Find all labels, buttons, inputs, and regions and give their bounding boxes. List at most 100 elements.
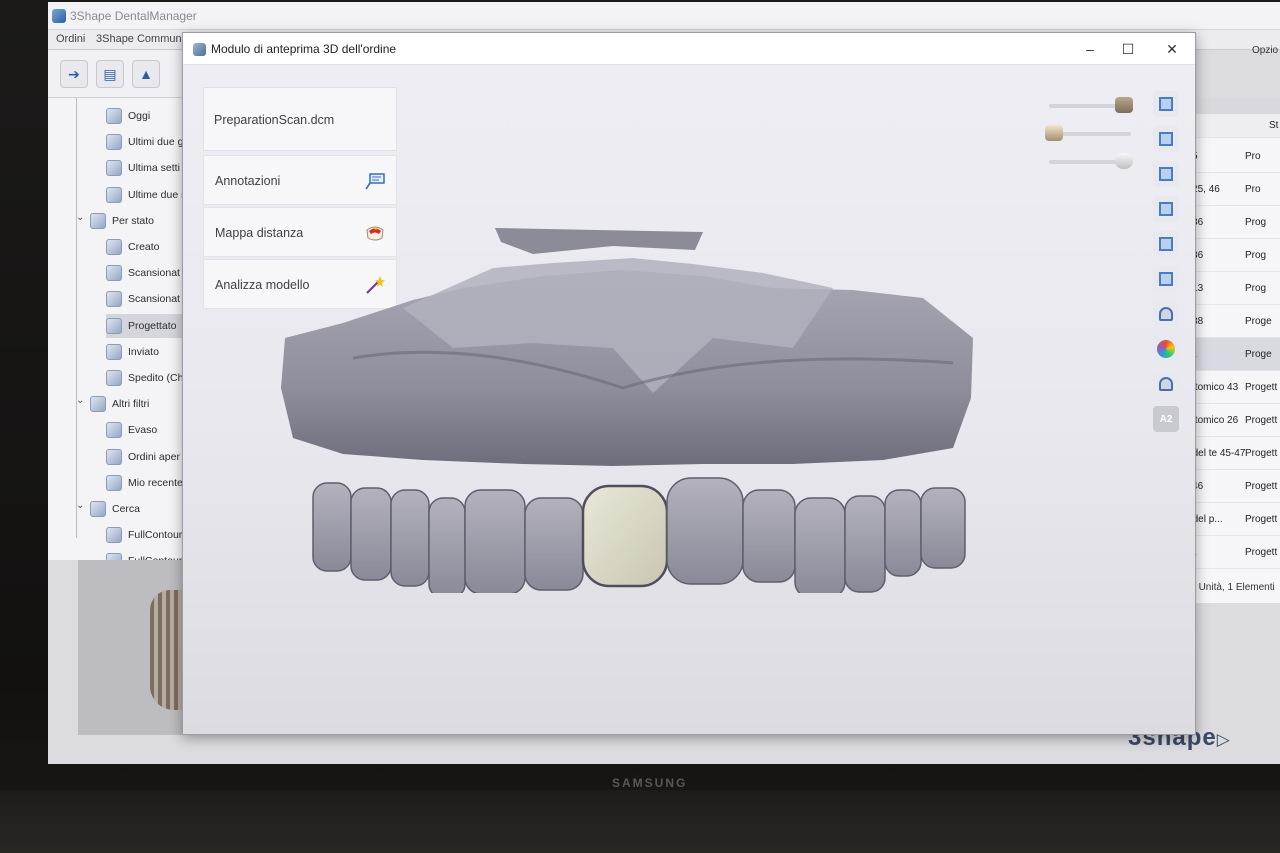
order-status: Progett	[1245, 415, 1278, 426]
order-status: Prog	[1245, 250, 1267, 261]
tree-item-label: Ordini aper	[128, 450, 180, 463]
menu-annotations-label: Annotazioni	[215, 174, 281, 188]
dental-3d-model[interactable]	[233, 228, 973, 593]
lower-jaw-knob-icon[interactable]	[1115, 153, 1133, 169]
upper-jaw-icon[interactable]	[1153, 301, 1179, 327]
filter-icon	[106, 527, 122, 544]
desk	[0, 790, 1280, 853]
tree-item-label: Ultime due s	[128, 188, 187, 201]
restoration-slider[interactable]	[1045, 125, 1131, 141]
view-cube-icon	[1159, 307, 1173, 321]
file-name-card[interactable]: PreparationScan.dcm	[203, 87, 397, 151]
file-name: PreparationScan.dcm	[214, 113, 335, 127]
tree-line	[76, 98, 77, 538]
close-icon[interactable]: ✕	[1161, 39, 1183, 59]
order-status: Prog	[1245, 217, 1267, 228]
tree-item-label: Spedito (Ch	[128, 372, 184, 384]
options-link[interactable]: Opzio	[1252, 45, 1278, 56]
view-cube-icon	[1159, 272, 1173, 286]
filter-icon	[106, 134, 122, 151]
tree-item-label: Ultimi due g	[128, 136, 184, 149]
view-cube-icon	[1159, 202, 1173, 216]
order-status: Proge	[1245, 349, 1272, 360]
color-icon[interactable]	[1153, 336, 1179, 362]
order-status: Pro	[1245, 184, 1261, 195]
menu-communicate[interactable]: 3Shape Communic	[96, 33, 190, 45]
folder-icon	[90, 212, 106, 229]
monitor-brand: SAMSUNG	[612, 776, 688, 790]
jaw-icon[interactable]	[1153, 371, 1179, 397]
order-status: Pro	[1245, 151, 1261, 162]
design-icon[interactable]: ▲	[132, 60, 160, 88]
tree-item-label: Ultima setti	[128, 162, 180, 175]
screen: 3Shape DentalManager Ordini 3Shape Commu…	[48, 2, 1280, 764]
folder-icon	[90, 501, 106, 517]
host-title-bar: 3Shape DentalManager	[48, 2, 1280, 30]
dialog-title: Modulo di anteprima 3D dell'ordine	[211, 42, 397, 56]
tree-item-label: Cerca	[112, 503, 141, 515]
view-back-icon[interactable]	[1153, 126, 1179, 152]
order-status: Proge	[1245, 316, 1272, 327]
tree-item-label: FullContour	[128, 529, 183, 542]
filter-icon	[106, 108, 122, 124]
tree-item-label: Per stato	[112, 214, 155, 227]
filter-icon	[106, 291, 122, 308]
view-top-icon[interactable]	[1153, 231, 1179, 257]
restoration-crown[interactable]	[581, 484, 669, 588]
view-right-icon[interactable]	[1153, 196, 1179, 222]
view-left-icon[interactable]	[1153, 161, 1179, 187]
logo-triangle-icon: ▷	[1216, 730, 1231, 749]
filter-icon	[106, 422, 122, 439]
shade-label: A2	[1159, 413, 1173, 425]
order-status: Progett	[1245, 448, 1278, 459]
folder-icon	[90, 396, 106, 413]
menu-ordini[interactable]: Ordini	[56, 33, 85, 45]
upper-jaw-knob-icon[interactable]	[1115, 97, 1133, 113]
tree-item-label: Altri filtri	[112, 398, 150, 411]
view-front-icon[interactable]	[1153, 91, 1179, 117]
tree-item-label: Scansionat	[128, 267, 180, 280]
dialog-title-bar: Modulo di anteprima 3D dell'ordine – ☐ ✕	[183, 33, 1195, 65]
tree-item-label: Progettato	[128, 319, 177, 332]
teeth-row	[312, 477, 966, 593]
view-cube-icon	[1159, 97, 1173, 111]
lower-jaw-slider[interactable]	[1049, 153, 1133, 169]
filter-icon	[106, 160, 122, 177]
tree-item-label: Scansionat	[128, 293, 180, 306]
preview-dialog: Modulo di anteprima 3D dell'ordine – ☐ ✕…	[182, 32, 1196, 735]
annotation-icon	[365, 173, 385, 190]
filter-icon	[106, 317, 122, 334]
view-cube-icon	[1159, 377, 1173, 391]
column-status[interactable]: St	[1269, 120, 1278, 131]
tree-item-label: Creato	[128, 241, 160, 253]
tree-item-label: Evaso	[128, 424, 158, 437]
host-title: 3Shape DentalManager	[70, 9, 197, 23]
a2-icon[interactable]: A2	[1153, 406, 1179, 432]
app-icon	[52, 9, 66, 23]
scan-icon[interactable]: ▤	[96, 60, 124, 88]
view-bottom-icon[interactable]	[1153, 266, 1179, 292]
view-cube-icon	[1159, 132, 1173, 146]
tree-item-label: Oggi	[128, 110, 151, 122]
view-cube-icon	[1159, 237, 1173, 251]
tree-item-label: Inviato	[128, 345, 159, 358]
filter-icon	[106, 474, 122, 491]
view-cube-icon	[1159, 167, 1173, 181]
maximize-icon[interactable]: ☐	[1117, 39, 1139, 59]
filter-icon	[106, 448, 122, 465]
order-status: Progett	[1245, 382, 1278, 393]
restoration-knob-icon[interactable]	[1045, 125, 1063, 141]
menu-annotations[interactable]: Annotazioni	[203, 155, 397, 205]
minimize-icon[interactable]: –	[1079, 39, 1101, 59]
filter-icon	[106, 239, 122, 255]
order-status: Prog	[1245, 283, 1267, 294]
filter-icon	[106, 265, 122, 282]
filter-icon	[106, 186, 122, 203]
filter-icon	[106, 370, 122, 386]
filter-icon	[106, 343, 122, 360]
forward-arrow-icon[interactable]: ➔	[60, 60, 88, 88]
dialog-icon	[193, 43, 206, 56]
upper-jaw-slider[interactable]	[1049, 97, 1133, 113]
tree-item-label: Mio recente	[128, 476, 183, 489]
order-status: Progett	[1245, 481, 1278, 492]
